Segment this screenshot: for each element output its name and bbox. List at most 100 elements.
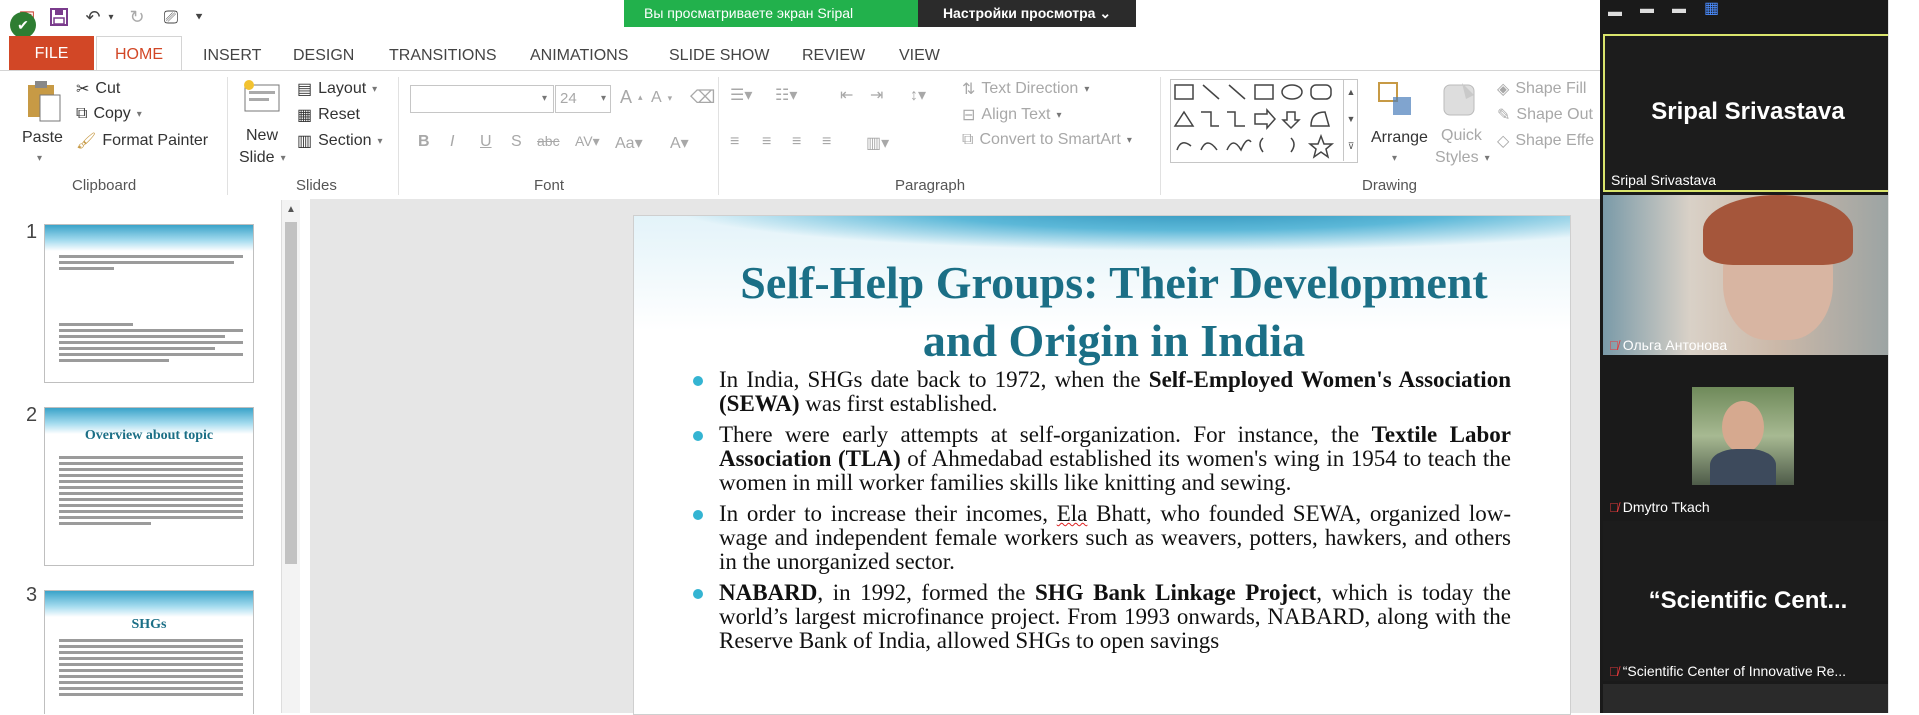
thumbnail-text: [59, 456, 243, 528]
copy-button[interactable]: ⧉ Copy ▾: [76, 105, 142, 123]
tab-view[interactable]: VIEW: [899, 42, 940, 70]
thumbnail-scrollbar[interactable]: ▲: [281, 200, 300, 713]
scroll-up-icon[interactable]: ▲: [282, 204, 300, 218]
character-spacing-icon[interactable]: AV▾: [575, 133, 600, 150]
tab-home[interactable]: HOME: [96, 36, 182, 72]
scrollbar-thumb[interactable]: [285, 222, 297, 564]
thumbnail-text: [59, 639, 243, 699]
tab-review[interactable]: REVIEW: [802, 42, 865, 70]
text-direction-button[interactable]: ⇅ Text Direction ▾: [962, 79, 1089, 99]
arrange-button[interactable]: Arrange: [1371, 129, 1428, 147]
participant-tile-video[interactable]: 🎙̸ Ольга Антонова: [1603, 195, 1893, 355]
section-button[interactable]: ▥ Section ▾: [297, 131, 383, 151]
format-painter-button[interactable]: 🖌 Format Painter: [76, 131, 208, 151]
new-slide-button[interactable]: New: [246, 127, 278, 145]
quick-styles-dropdown[interactable]: Styles ▾: [1435, 149, 1490, 167]
increase-font-icon[interactable]: A ▴: [620, 87, 643, 108]
participant-tile-name-only[interactable]: “Scientific Cent... 🎙̸ “Scientific Center…: [1603, 521, 1893, 681]
slide-body[interactable]: In India, SHGs date back to 1972, when t…: [691, 368, 1511, 660]
minimize-icon[interactable]: ▬: [1608, 3, 1622, 19]
tab-insert[interactable]: INSERT: [203, 42, 261, 70]
tab-animations[interactable]: ANIMATIONS: [530, 42, 628, 70]
slide-title[interactable]: Self-Help Groups: Their Development and …: [674, 254, 1554, 370]
quick-styles-label-2: Styles: [1435, 149, 1479, 166]
font-color-icon[interactable]: A▾: [670, 133, 689, 153]
redo-icon[interactable]: ↻: [124, 4, 150, 30]
decrease-font-icon[interactable]: A ▾: [651, 89, 672, 107]
paste-button[interactable]: Paste: [22, 129, 63, 147]
line-spacing-icon[interactable]: ↕▾: [910, 85, 926, 105]
tab-transitions[interactable]: TRANSITIONS: [389, 42, 497, 70]
shape-fill-button[interactable]: ◈ Shape Fill: [1497, 79, 1586, 99]
align-text-button[interactable]: ⊟ Align Text ▾: [962, 105, 1062, 125]
start-slideshow-icon[interactable]: ⎚: [158, 4, 184, 30]
smartart-icon: ⧉: [962, 131, 974, 148]
layout-button[interactable]: ▤ Layout ▾: [297, 79, 377, 99]
text-shadow-icon[interactable]: S: [511, 133, 522, 151]
tab-file[interactable]: FILE: [9, 36, 94, 72]
paste-icon[interactable]: [24, 79, 64, 126]
thumbnail-text: [59, 255, 243, 365]
paste-dropdown-icon[interactable]: ▾: [37, 153, 42, 164]
align-right-icon[interactable]: ≡: [792, 133, 801, 151]
underline-icon[interactable]: U: [480, 133, 492, 151]
participant-tile-photo[interactable]: 🎙̸ Dmytro Tkach: [1603, 357, 1893, 517]
slide-thumbnail-1[interactable]: [44, 224, 254, 383]
change-case-icon[interactable]: Aa▾: [615, 133, 643, 153]
increase-indent-icon[interactable]: ⇥: [870, 85, 883, 105]
participant-name-text: Ольга Антонова: [1622, 337, 1728, 353]
arrange-dropdown-icon[interactable]: ▾: [1392, 153, 1397, 164]
shapes-scroll[interactable]: ▲ ▼ ⊽: [1343, 79, 1358, 161]
quick-styles-button[interactable]: Quick: [1441, 127, 1482, 145]
align-left-icon[interactable]: ≡: [730, 133, 739, 151]
bullets-icon[interactable]: ☰▾: [730, 85, 752, 105]
slide-number: 2: [26, 404, 38, 426]
speaker-view-icon[interactable]: ▬: [1672, 0, 1686, 16]
new-slide-dropdown[interactable]: Slide ▾: [239, 149, 286, 167]
align-center-icon[interactable]: ≡: [762, 133, 771, 151]
reset-button[interactable]: ▦ Reset: [297, 105, 360, 125]
slide-number: 3: [26, 584, 38, 606]
arrange-icon[interactable]: [1375, 79, 1417, 122]
italic-icon[interactable]: I: [450, 133, 454, 151]
current-slide[interactable]: Self-Help Groups: Their Development and …: [633, 215, 1571, 715]
decrease-indent-icon[interactable]: ⇤: [840, 85, 853, 105]
slide-thumbnail-3[interactable]: SHGs: [44, 590, 254, 714]
justify-icon[interactable]: ≡: [822, 133, 831, 151]
numbering-icon[interactable]: ☷▾: [775, 85, 797, 105]
gallery-view-icon[interactable]: ▦: [1704, 0, 1719, 18]
tab-slide-show[interactable]: SLIDE SHOW: [669, 42, 769, 70]
thumbnail-title: SHGs: [131, 617, 167, 632]
strikethrough-icon[interactable]: abc: [537, 133, 560, 149]
quick-styles-icon[interactable]: [1440, 79, 1480, 122]
shape-outline-button[interactable]: ✎ Shape Out: [1497, 105, 1593, 125]
slide-thumbnail-2[interactable]: Overview about topic: [44, 407, 254, 566]
participant-tile-active-speaker[interactable]: Sripal Srivastava Sripal Srivastava: [1603, 34, 1893, 192]
mic-muted-icon: 🎙̸: [1609, 500, 1619, 515]
convert-smartart-button[interactable]: ⧉ Convert to SmartArt ▾: [962, 131, 1132, 149]
bullet-dot: [693, 376, 703, 386]
font-size-combo[interactable]: 24 ▾: [555, 85, 611, 113]
view-settings-button[interactable]: Настройки просмотра ⌄: [918, 0, 1136, 27]
slide-thumbnail-pane: 1 2 Overview about topic 3 SHGs: [0, 199, 310, 714]
shapes-gallery[interactable]: [1170, 79, 1358, 163]
new-slide-icon[interactable]: [241, 79, 285, 120]
zoom-participants-panel: ▬ ▬ ▬ ▦ Sripal Srivastava Sripal Srivast…: [1600, 0, 1919, 713]
clear-formatting-icon[interactable]: ⌫: [690, 87, 715, 108]
shape-effects-button[interactable]: ◇ Shape Effe: [1497, 131, 1594, 151]
single-view-icon[interactable]: ▬: [1640, 0, 1654, 16]
save-icon[interactable]: [46, 4, 72, 30]
columns-icon[interactable]: ▥▾: [866, 133, 889, 153]
align-text-icon: ⊟: [962, 107, 976, 124]
customize-toolbar-icon[interactable]: ⯆: [186, 4, 212, 30]
font-name-combo[interactable]: ▾: [410, 85, 554, 113]
tab-design[interactable]: DESIGN: [293, 42, 354, 70]
shape-fill-label: Shape Fill: [1515, 80, 1587, 97]
bullet-bold-text: SHG Bank Linkage Project: [1035, 580, 1317, 605]
undo-dropdown-icon[interactable]: ▾: [98, 4, 124, 30]
chevron-down-icon: ▾: [600, 93, 606, 104]
participant-tile-partial[interactable]: [1603, 684, 1893, 713]
bold-icon[interactable]: B: [418, 133, 430, 151]
cut-button[interactable]: ✂ Cut: [76, 79, 120, 99]
shapes-gallery-icon: [1173, 84, 1335, 159]
